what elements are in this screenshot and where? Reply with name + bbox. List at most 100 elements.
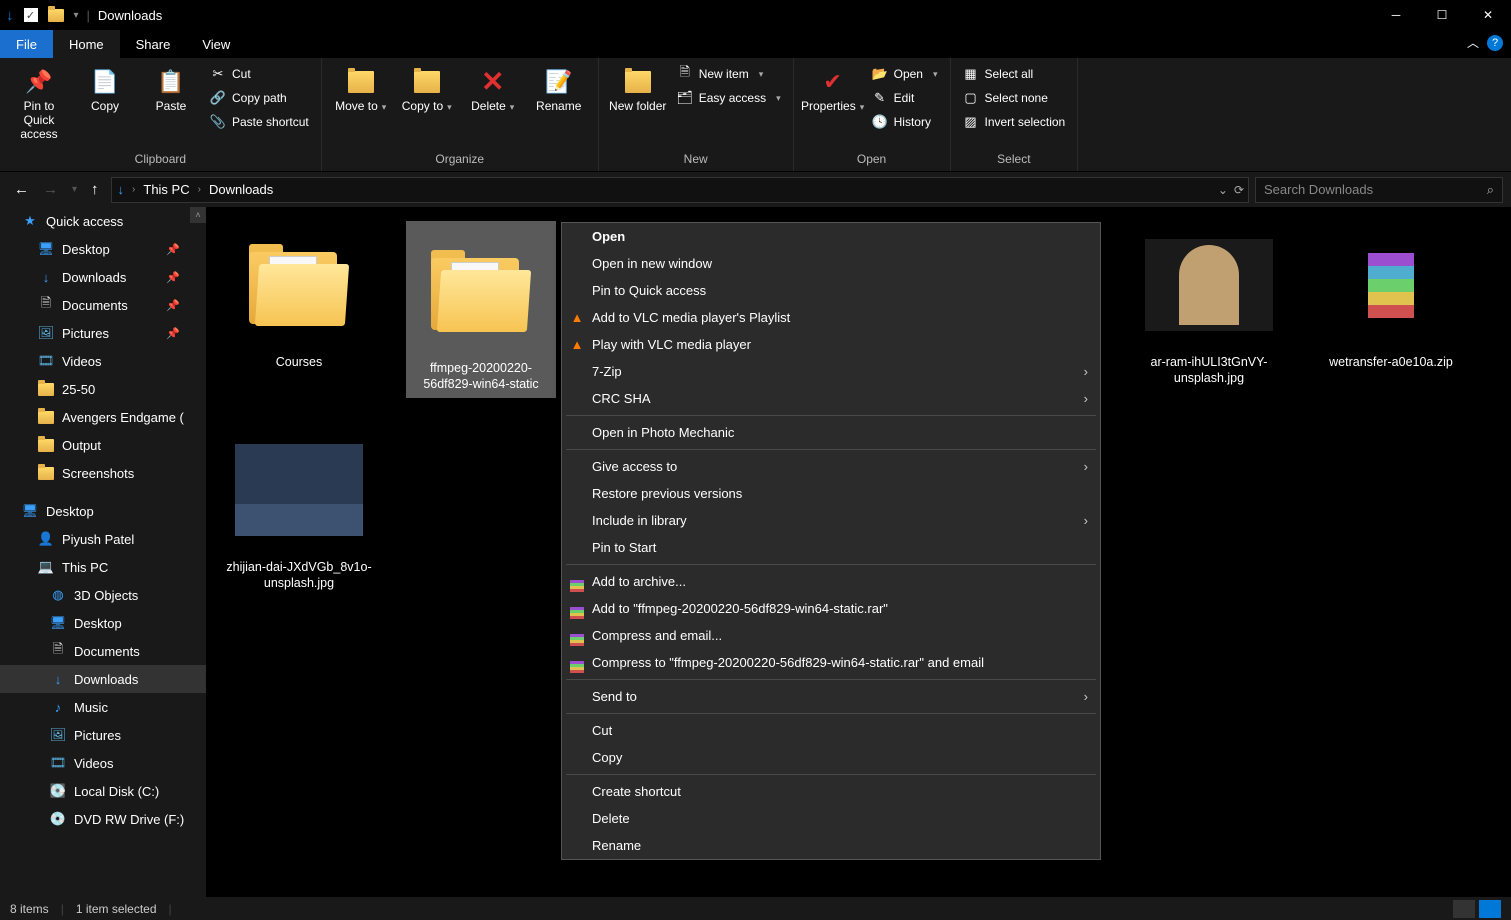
sidebar-quick-access[interactable]: ★Quick access bbox=[0, 207, 206, 235]
ctx-7zip[interactable]: 7-Zip› bbox=[562, 358, 1100, 385]
ctx-copy[interactable]: Copy bbox=[562, 744, 1100, 771]
address-dropdown-icon[interactable]: ⌄ bbox=[1218, 183, 1228, 197]
sidebar-pictures[interactable]: 🖼Pictures📌 bbox=[0, 319, 206, 347]
qat-properties-icon[interactable]: ✓ bbox=[24, 8, 38, 22]
ctx-add-archive[interactable]: Add to archive... bbox=[562, 568, 1100, 595]
sidebar-documents2[interactable]: 🗎Documents bbox=[0, 637, 206, 665]
copy-to-button[interactable]: Copy to bbox=[396, 62, 458, 114]
collapse-ribbon-icon[interactable]: ︿ bbox=[1467, 34, 1479, 51]
help-icon[interactable]: ? bbox=[1487, 35, 1503, 51]
tab-share[interactable]: Share bbox=[120, 30, 187, 58]
sidebar-videos[interactable]: 🎞Videos bbox=[0, 347, 206, 375]
group-organize-label: Organize bbox=[330, 149, 590, 171]
address-bar[interactable]: ↓ › This PC › Downloads ⌄ ⟳ bbox=[111, 177, 1249, 203]
tab-file[interactable]: File bbox=[0, 30, 53, 58]
new-folder-button[interactable]: New folder bbox=[607, 62, 669, 114]
vlc-icon: ▲ bbox=[568, 337, 586, 352]
properties-button[interactable]: ✔Properties bbox=[802, 62, 864, 114]
select-all-button[interactable]: ▦Select all bbox=[959, 64, 1070, 84]
forward-button[interactable]: → bbox=[43, 181, 58, 198]
invert-selection-button[interactable]: ▨Invert selection bbox=[959, 112, 1070, 132]
sidebar-pictures2[interactable]: 🖼Pictures bbox=[0, 721, 206, 749]
ctx-cut[interactable]: Cut bbox=[562, 717, 1100, 744]
ctx-photo-mechanic[interactable]: Open in Photo Mechanic bbox=[562, 419, 1100, 446]
qat-dropdown-icon[interactable]: ↓ bbox=[6, 7, 14, 24]
ctx-crc-sha[interactable]: CRC SHA› bbox=[562, 385, 1100, 412]
pin-icon: 📌 bbox=[166, 327, 180, 340]
ctx-restore-versions[interactable]: Restore previous versions bbox=[562, 480, 1100, 507]
ctx-vlc-playlist[interactable]: ▲Add to VLC media player's Playlist bbox=[562, 304, 1100, 331]
minimize-button[interactable]: ─ bbox=[1373, 0, 1419, 30]
sidebar-downloads2[interactable]: ↓Downloads bbox=[0, 665, 206, 693]
ctx-vlc-play[interactable]: ▲Play with VLC media player bbox=[562, 331, 1100, 358]
sidebar-desktop[interactable]: 🖥Desktop📌 bbox=[0, 235, 206, 263]
sidebar-desktop-root[interactable]: 🖥Desktop bbox=[0, 497, 206, 525]
zip-item-wetransfer[interactable]: wetransfer-a0e10a.zip bbox=[1316, 221, 1466, 398]
back-button[interactable]: ← bbox=[14, 181, 29, 198]
ctx-delete[interactable]: Delete bbox=[562, 805, 1100, 832]
crumb-downloads[interactable]: Downloads bbox=[209, 182, 273, 197]
folder-item-ffmpeg[interactable]: ffmpeg-20200220-56df829-win64-static bbox=[406, 221, 556, 398]
move-to-button[interactable]: Move to bbox=[330, 62, 392, 114]
sidebar-output[interactable]: Output bbox=[0, 431, 206, 459]
ctx-add-rar[interactable]: Add to "ffmpeg-20200220-56df829-win64-st… bbox=[562, 595, 1100, 622]
sidebar-local-disk-c[interactable]: 💽Local Disk (C:) bbox=[0, 777, 206, 805]
search-input[interactable]: Search Downloads ⌕ bbox=[1255, 177, 1503, 203]
ctx-pin-start[interactable]: Pin to Start bbox=[562, 534, 1100, 561]
ctx-open-new-window[interactable]: Open in new window bbox=[562, 250, 1100, 277]
pin-quick-access-button[interactable]: 📌Pin to Quick access bbox=[8, 62, 70, 141]
pin-icon: 📌 bbox=[166, 299, 180, 312]
sidebar-3d-objects[interactable]: ◍3D Objects bbox=[0, 581, 206, 609]
sidebar-music[interactable]: ♪Music bbox=[0, 693, 206, 721]
sidebar-desktop3[interactable]: 🖥Desktop bbox=[0, 609, 206, 637]
paste-button[interactable]: 📋Paste bbox=[140, 62, 202, 114]
crumb-this-pc[interactable]: This PC bbox=[143, 182, 189, 197]
view-large-icons-button[interactable] bbox=[1479, 900, 1501, 918]
ctx-send-to[interactable]: Send to› bbox=[562, 683, 1100, 710]
image-item-zhijian[interactable]: zhijian-dai-JXdVGb_8v1o-unsplash.jpg bbox=[224, 426, 374, 591]
qat-folder-icon[interactable] bbox=[48, 9, 64, 22]
image-item-rarram[interactable]: ar-ram-ihULI3tGnVY-unsplash.jpg bbox=[1134, 221, 1284, 398]
edit-button[interactable]: ✎Edit bbox=[868, 88, 942, 108]
ctx-compress-email[interactable]: Compress and email... bbox=[562, 622, 1100, 649]
tab-home[interactable]: Home bbox=[53, 30, 120, 58]
copy-button[interactable]: 📄Copy bbox=[74, 62, 136, 114]
paste-shortcut-button[interactable]: 📎Paste shortcut bbox=[206, 112, 313, 132]
copy-path-button[interactable]: 🔗Copy path bbox=[206, 88, 313, 108]
sidebar-this-pc[interactable]: 💻This PC bbox=[0, 553, 206, 581]
new-item-button[interactable]: 🗎New item bbox=[673, 64, 785, 84]
maximize-button[interactable]: ☐ bbox=[1419, 0, 1465, 30]
group-select-label: Select bbox=[959, 149, 1070, 171]
recent-locations-icon[interactable]: ▾ bbox=[72, 184, 77, 195]
refresh-icon[interactable]: ⟳ bbox=[1234, 183, 1244, 197]
qat-customize-icon[interactable]: ▾ bbox=[74, 10, 79, 21]
view-details-button[interactable] bbox=[1453, 900, 1475, 918]
up-button[interactable]: ↑ bbox=[91, 181, 99, 198]
ctx-include-library[interactable]: Include in library› bbox=[562, 507, 1100, 534]
history-button[interactable]: 🕓History bbox=[868, 112, 942, 132]
sidebar-documents[interactable]: 🗎Documents📌 bbox=[0, 291, 206, 319]
select-none-button[interactable]: ▢Select none bbox=[959, 88, 1070, 108]
window-title: Downloads bbox=[98, 8, 162, 23]
ctx-compress-rar-email[interactable]: Compress to "ffmpeg-20200220-56df829-win… bbox=[562, 649, 1100, 676]
cut-button[interactable]: ✂Cut bbox=[206, 64, 313, 84]
sidebar-downloads[interactable]: ↓Downloads📌 bbox=[0, 263, 206, 291]
sidebar-videos2[interactable]: 🎞Videos bbox=[0, 749, 206, 777]
folder-item-courses[interactable]: Courses bbox=[224, 221, 374, 398]
ctx-open[interactable]: Open bbox=[562, 223, 1100, 250]
open-button[interactable]: 📂Open bbox=[868, 64, 942, 84]
rename-button[interactable]: 📝Rename bbox=[528, 62, 590, 114]
tab-view[interactable]: View bbox=[186, 30, 246, 58]
close-button[interactable]: ✕ bbox=[1465, 0, 1511, 30]
ctx-rename[interactable]: Rename bbox=[562, 832, 1100, 859]
sidebar-25-50[interactable]: 25-50 bbox=[0, 375, 206, 403]
sidebar-dvd-drive[interactable]: 💿DVD RW Drive (F:) bbox=[0, 805, 206, 833]
sidebar-user[interactable]: 👤Piyush Patel bbox=[0, 525, 206, 553]
ctx-give-access[interactable]: Give access to› bbox=[562, 453, 1100, 480]
delete-button[interactable]: ✕Delete bbox=[462, 62, 524, 114]
ctx-create-shortcut[interactable]: Create shortcut bbox=[562, 778, 1100, 805]
sidebar-avengers[interactable]: Avengers Endgame ( bbox=[0, 403, 206, 431]
easy-access-button[interactable]: 🗂Easy access bbox=[673, 88, 785, 108]
sidebar-screenshots[interactable]: Screenshots bbox=[0, 459, 206, 487]
ctx-pin-quick-access[interactable]: Pin to Quick access bbox=[562, 277, 1100, 304]
